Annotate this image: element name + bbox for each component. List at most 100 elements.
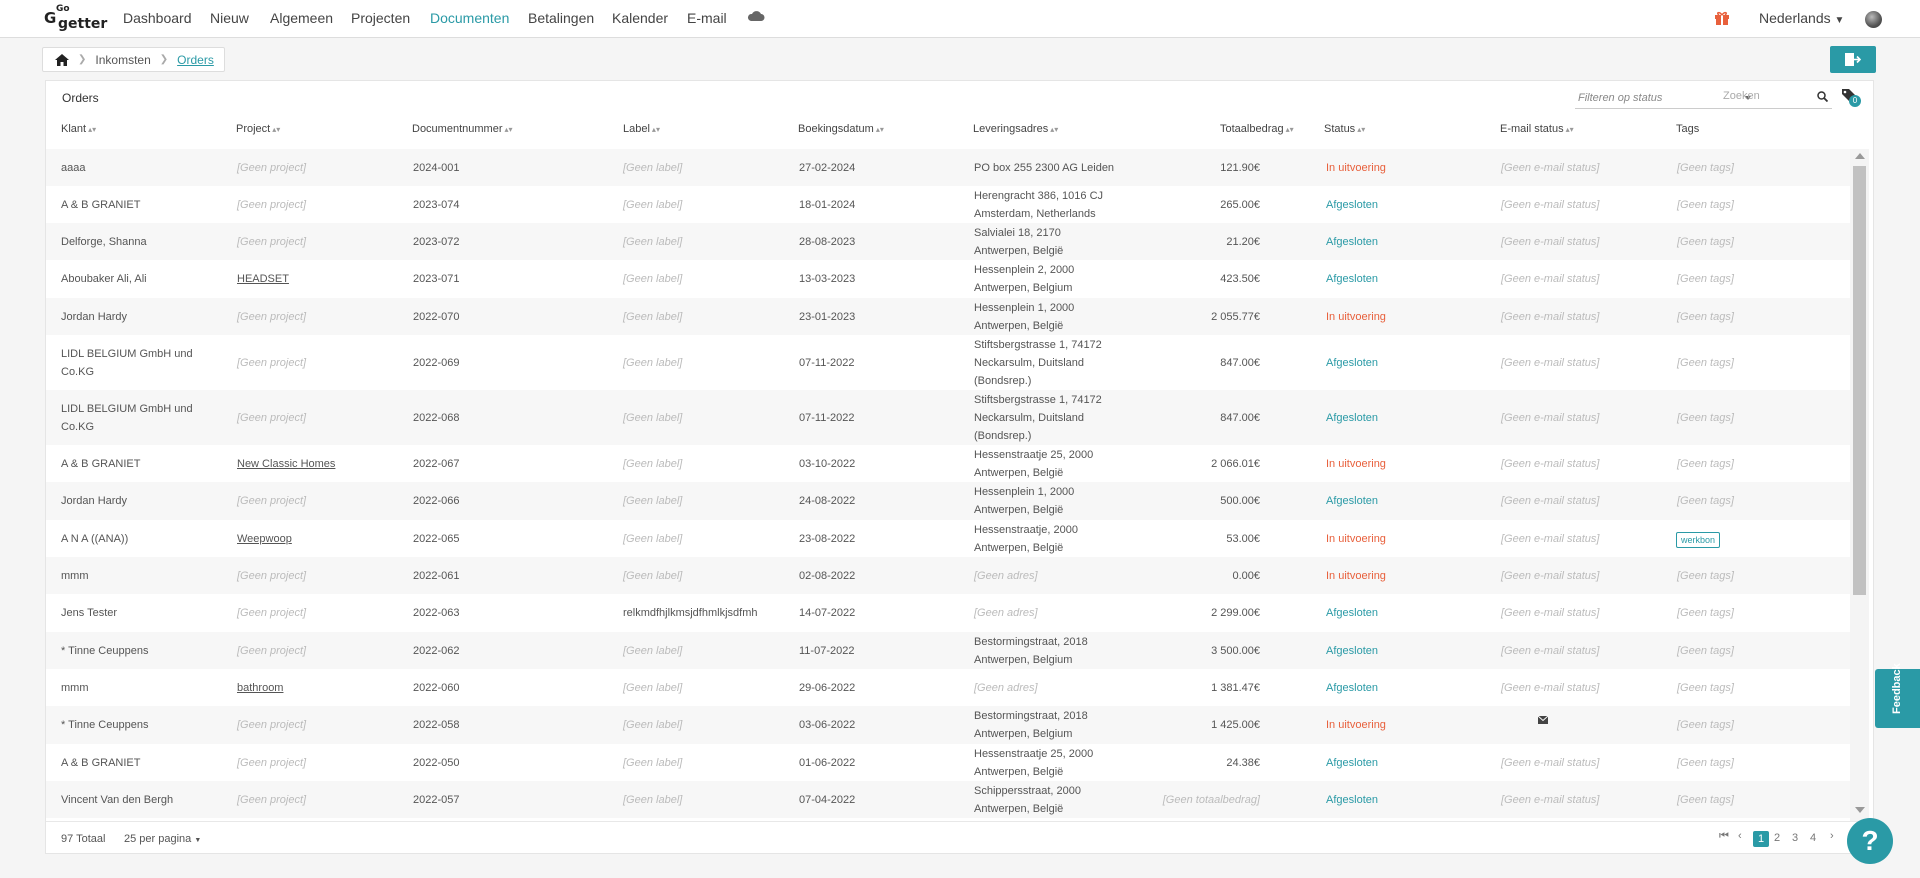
home-icon[interactable] bbox=[55, 53, 69, 66]
cell-status: Afgesloten bbox=[1326, 270, 1378, 288]
page-2-button[interactable]: 2 bbox=[1774, 832, 1780, 844]
cell-klant: * Tinne Ceuppens bbox=[61, 642, 148, 660]
cell-klant-line: A & B GRANIET bbox=[61, 199, 141, 211]
nav-item-kalender[interactable]: Kalender bbox=[612, 10, 668, 26]
table-row[interactable]: * Tinne Ceuppens [Geen project] 2022-062 [G… bbox=[46, 632, 1850, 669]
scroll-down-arrow-icon[interactable] bbox=[1855, 807, 1865, 813]
nav-item-projecten[interactable]: Projecten bbox=[351, 10, 410, 26]
cell-project: [Geen project] bbox=[237, 791, 306, 809]
cell-klant: mmm bbox=[61, 679, 89, 697]
nav-item-documenten[interactable]: Documenten bbox=[430, 10, 509, 26]
cell-project[interactable]: bathroom bbox=[237, 679, 283, 697]
total-count: 97 Totaal bbox=[61, 833, 106, 845]
cell-project[interactable]: HEADSET bbox=[237, 270, 289, 288]
orders-card: Orders Filteren op status Zoeken 0 Klant… bbox=[45, 80, 1874, 854]
cell-status-line: Afgesloten bbox=[1326, 607, 1378, 619]
search-input[interactable]: Zoeken bbox=[1720, 87, 1832, 109]
table-scrollbar[interactable] bbox=[1850, 149, 1869, 821]
first-page-icon[interactable]: ⏮ bbox=[1719, 830, 1729, 843]
table-row[interactable]: A & B GRANIET [Geen project] 2022-050 [Geen… bbox=[46, 744, 1850, 781]
table-row[interactable]: A & B GRANIET New Classic Homes 2022-067 [G… bbox=[46, 445, 1850, 482]
column-header-klant[interactable]: Klant ▴▾ bbox=[61, 123, 96, 135]
nav-item-dashboard[interactable]: Dashboard bbox=[123, 10, 192, 26]
breadcrumb-orders[interactable]: Orders bbox=[177, 53, 214, 67]
table-row[interactable]: Jens Tester [Geen project] 2022-063 relkmdf… bbox=[46, 594, 1850, 632]
table-row[interactable]: Jordan Hardy [Geen project] 2022-066 [Geen … bbox=[46, 482, 1850, 520]
tag-chip-werkbon[interactable]: werkbon bbox=[1676, 532, 1721, 548]
table-row[interactable]: Vincent Van den Bergh [Geen project] 2022-… bbox=[46, 781, 1850, 818]
cell-totaalbedrag: 24.38€ bbox=[1126, 754, 1260, 772]
cell-leveringsadres-line: Antwerpen, België bbox=[974, 320, 1064, 332]
column-header-documentnummer[interactable]: Documentnummer ▴▾ bbox=[412, 123, 513, 135]
per-page-select[interactable]: 25 per pagina ▼ bbox=[124, 833, 201, 845]
page-1-button[interactable]: 1 bbox=[1753, 831, 1769, 847]
cell-label: [Geen label] bbox=[623, 233, 682, 251]
cell-tags-line: [Geen tags] bbox=[1677, 607, 1734, 619]
cell-label: [Geen label] bbox=[623, 567, 682, 585]
cell-project[interactable]: New Classic Homes bbox=[237, 455, 335, 473]
cell-leveringsadres-line: Bestormingstraat, 2018 bbox=[974, 710, 1088, 722]
breadcrumb-inkomsten[interactable]: Inkomsten bbox=[95, 53, 150, 67]
help-button[interactable]: ? bbox=[1847, 818, 1893, 864]
next-page-icon[interactable]: › bbox=[1830, 830, 1834, 842]
cell-email-status: [Geen e-mail status] bbox=[1501, 354, 1599, 372]
cell-status-line: Afgesloten bbox=[1326, 757, 1378, 769]
column-header-tags[interactable]: Tags bbox=[1676, 123, 1699, 135]
feedback-tab[interactable]: Feedback bbox=[1875, 663, 1920, 728]
cell-klant-line: LIDL BELGIUM GmbH und bbox=[61, 348, 193, 360]
table-row[interactable]: Jordan Hardy [Geen project] 2022-070 [Geen … bbox=[46, 298, 1850, 335]
table-row[interactable]: A & B GRANIET [Geen project] 2023-074 [Geen… bbox=[46, 186, 1850, 223]
column-header-e-mail-status[interactable]: E-mail status ▴▾ bbox=[1500, 123, 1574, 135]
table-row[interactable]: * Tinne Ceuppens [Geen project] 2022-058 [G… bbox=[46, 706, 1850, 744]
avatar[interactable] bbox=[1865, 11, 1882, 28]
cell-project-line: [Geen project] bbox=[237, 495, 307, 507]
cell-boekingsdatum: 02-08-2022 bbox=[799, 567, 855, 585]
table-row[interactable]: LIDL BELGIUM GmbH und Co.KG [Geen project]… bbox=[46, 335, 1850, 390]
cell-documentnummer: 2022-060 bbox=[413, 679, 460, 697]
page-3-button[interactable]: 3 bbox=[1792, 832, 1798, 844]
column-header-label: Tags bbox=[1676, 123, 1700, 135]
table-row[interactable]: mmm bathroom 2022-060 [Geen label] 29-06-202… bbox=[46, 669, 1850, 706]
scroll-up-arrow-icon[interactable] bbox=[1855, 153, 1865, 159]
scroll-thumb[interactable] bbox=[1853, 166, 1866, 595]
nav-item-betalingen[interactable]: Betalingen bbox=[528, 10, 594, 26]
gift-icon[interactable] bbox=[1714, 10, 1730, 26]
column-header-status[interactable]: Status ▴▾ bbox=[1324, 123, 1365, 135]
cell-status: Afgesloten bbox=[1326, 754, 1378, 772]
chevron-right-icon: ❯ bbox=[78, 54, 87, 65]
cell-boekingsdatum-line: 11-07-2022 bbox=[799, 645, 855, 657]
table-row[interactable]: LIDL BELGIUM GmbH und Co.KG [Geen project]… bbox=[46, 390, 1850, 445]
column-header-totaalbedrag[interactable]: Totaalbedrag ▴▾ bbox=[1220, 123, 1294, 135]
table-row[interactable]: Aboubaker Ali, Ali HEADSET 2023-071 [Geen l… bbox=[46, 260, 1850, 298]
column-header-leveringsadres[interactable]: Leveringsadres ▴▾ bbox=[973, 123, 1058, 135]
column-header-project[interactable]: Project ▴▾ bbox=[236, 123, 280, 135]
cell-documentnummer: 2022-070 bbox=[413, 308, 460, 326]
gogetter-logo[interactable]: G Go getter bbox=[44, 4, 107, 32]
table-row[interactable]: Delforge, Shanna [Geen project] 2023-072 [G… bbox=[46, 223, 1850, 260]
nav-item-nieuw[interactable]: Nieuw bbox=[210, 10, 249, 26]
cell-label-line: relkmdfhjlkmsjdfhmlkjsdfmh bbox=[623, 607, 758, 619]
export-button[interactable] bbox=[1830, 46, 1876, 73]
cell-leveringsadres-line: Hessenstraatje, 2000 bbox=[974, 524, 1078, 536]
cell-label: relkmdfhjlkmsjdfhmlkjsdfmh bbox=[623, 604, 757, 622]
column-header-boekingsdatum[interactable]: Boekingsdatum ▴▾ bbox=[798, 123, 884, 135]
sort-icon: ▴▾ bbox=[651, 125, 660, 134]
prev-page-icon[interactable]: ‹ bbox=[1738, 830, 1742, 842]
cell-documentnummer-line: 2022-050 bbox=[413, 757, 460, 769]
cell-project-line: [Geen project] bbox=[237, 199, 307, 211]
nav-item-e-mail[interactable]: E-mail bbox=[687, 10, 727, 26]
cell-boekingsdatum-line: 07-11-2022 bbox=[799, 412, 855, 424]
cloud-icon[interactable] bbox=[747, 10, 765, 22]
table-row[interactable]: aaaa [Geen project] 2024-001 [Geen label] 27… bbox=[46, 149, 1850, 186]
table-row[interactable]: A N A ((ANA)) Weepwoop 2022-065 [Geen label… bbox=[46, 520, 1850, 557]
cell-tags: [Geen tags] bbox=[1677, 492, 1734, 510]
table-row[interactable]: mmm [Geen project] 2022-061 [Geen label] 02-… bbox=[46, 557, 1850, 594]
cell-documentnummer-line: 2022-061 bbox=[413, 570, 460, 582]
page-4-button[interactable]: 4 bbox=[1810, 832, 1816, 844]
language-selector[interactable]: Nederlands ▼ bbox=[1759, 10, 1844, 26]
cell-project[interactable]: Weepwoop bbox=[237, 530, 292, 548]
column-header-label[interactable]: Label ▴▾ bbox=[623, 123, 660, 135]
nav-item-algemeen[interactable]: Algemeen bbox=[270, 10, 333, 26]
cell-project: [Geen project] bbox=[237, 196, 306, 214]
cell-boekingsdatum: 07-11-2022 bbox=[799, 354, 854, 372]
